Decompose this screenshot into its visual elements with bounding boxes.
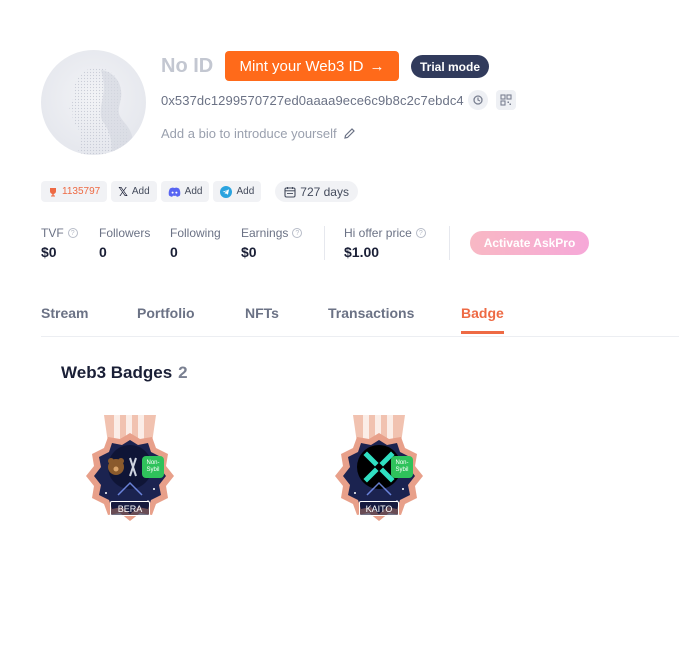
stat-followers[interactable]: Followers 0 (99, 226, 150, 260)
section-title: Web3 Badges 2 (61, 363, 188, 383)
bio-editor[interactable]: Add a bio to introduce yourself (161, 126, 356, 141)
earnings-value: $0 (241, 244, 257, 260)
account-age-chip: 727 days (275, 181, 358, 202)
badge-card-bera[interactable]: Non-Sybil BERA (78, 413, 182, 551)
add-x-button[interactable]: 𝕏 Add (111, 181, 157, 202)
divider (449, 226, 450, 260)
activate-askpro-button[interactable]: Activate AskPro (470, 231, 589, 255)
calendar-icon (284, 186, 296, 198)
divider (324, 226, 325, 260)
badges-count: 2 (178, 363, 188, 382)
tab-badge[interactable]: Badge (461, 305, 504, 334)
copy-address-button[interactable] (468, 90, 488, 110)
qr-code-button[interactable] (496, 90, 516, 110)
stat-hi-offer-price: Hi offer price? $1.00 (344, 226, 426, 260)
trophy-icon (50, 187, 56, 196)
help-icon[interactable]: ? (415, 228, 426, 238)
tab-transactions[interactable]: Transactions (328, 305, 414, 331)
help-icon[interactable]: ? (292, 228, 303, 238)
badge-card-kaito[interactable]: Non-Sybil KAITO (327, 413, 431, 551)
add-discord-label: Add (184, 186, 203, 197)
x-logo-icon: 𝕏 (118, 184, 128, 199)
avatar[interactable] (41, 50, 146, 155)
badge-label: KAITO (359, 501, 399, 516)
arrow-right-icon: → (369, 57, 385, 75)
stat-earnings: Earnings? $0 (241, 226, 303, 260)
stat-tvf: TVF? $0 (41, 226, 78, 260)
mint-button-label: Mint your Web3 ID (239, 57, 364, 75)
trial-mode-badge: Trial mode (411, 55, 490, 78)
followers-value: 0 (99, 244, 107, 260)
hi-offer-label: Hi offer price (344, 226, 412, 240)
followers-label: Followers (99, 226, 151, 240)
hi-offer-value: $1.00 (344, 244, 380, 260)
telegram-icon (220, 185, 233, 198)
rank-value: 1135797 (62, 186, 101, 197)
social-links-row: 1135797 𝕏 Add Add Add 727 days (41, 181, 358, 202)
badge-medal-graphic (86, 415, 174, 521)
badge-label: BERA (110, 501, 150, 516)
copy-icon (473, 95, 483, 105)
bio-placeholder: Add a bio to introduce yourself (161, 126, 337, 141)
tab-nfts[interactable]: NFTs (245, 305, 279, 331)
following-label: Following (170, 226, 221, 240)
tvf-label: TVF (41, 226, 64, 240)
non-sybil-tag: Non-Sybil (391, 456, 413, 478)
tab-portfolio[interactable]: Portfolio (137, 305, 195, 331)
add-telegram-label: Add (236, 186, 255, 197)
tab-stream[interactable]: Stream (41, 305, 88, 331)
add-discord-button[interactable]: Add (160, 181, 210, 202)
qr-code-icon (500, 94, 512, 106)
pencil-icon (343, 128, 355, 139)
rank-chip: 1135797 (41, 181, 108, 202)
tvf-value: $0 (41, 244, 57, 260)
badges-title: Web3 Badges (61, 363, 173, 382)
stat-following[interactable]: Following 0 (170, 226, 221, 260)
discord-icon (168, 187, 180, 197)
following-value: 0 (170, 244, 178, 260)
add-telegram-button[interactable]: Add (213, 181, 262, 202)
profile-name: No ID (161, 55, 214, 77)
earnings-label: Earnings (241, 226, 289, 240)
profile-tabs: Stream Portfolio NFTs Transactions Badge (41, 305, 679, 337)
badge-medal-graphic (335, 415, 423, 521)
wallet-address: 0x537dc1299570727ed0aaaa9ece6c9b8c2c7ebd… (161, 93, 464, 108)
non-sybil-tag: Non-Sybil (142, 456, 164, 478)
help-icon[interactable]: ? (67, 228, 78, 238)
add-x-label: Add (131, 186, 150, 197)
account-age-value: 727 days (300, 184, 349, 199)
mint-web3-id-button[interactable]: Mint your Web3 ID → (225, 51, 399, 81)
